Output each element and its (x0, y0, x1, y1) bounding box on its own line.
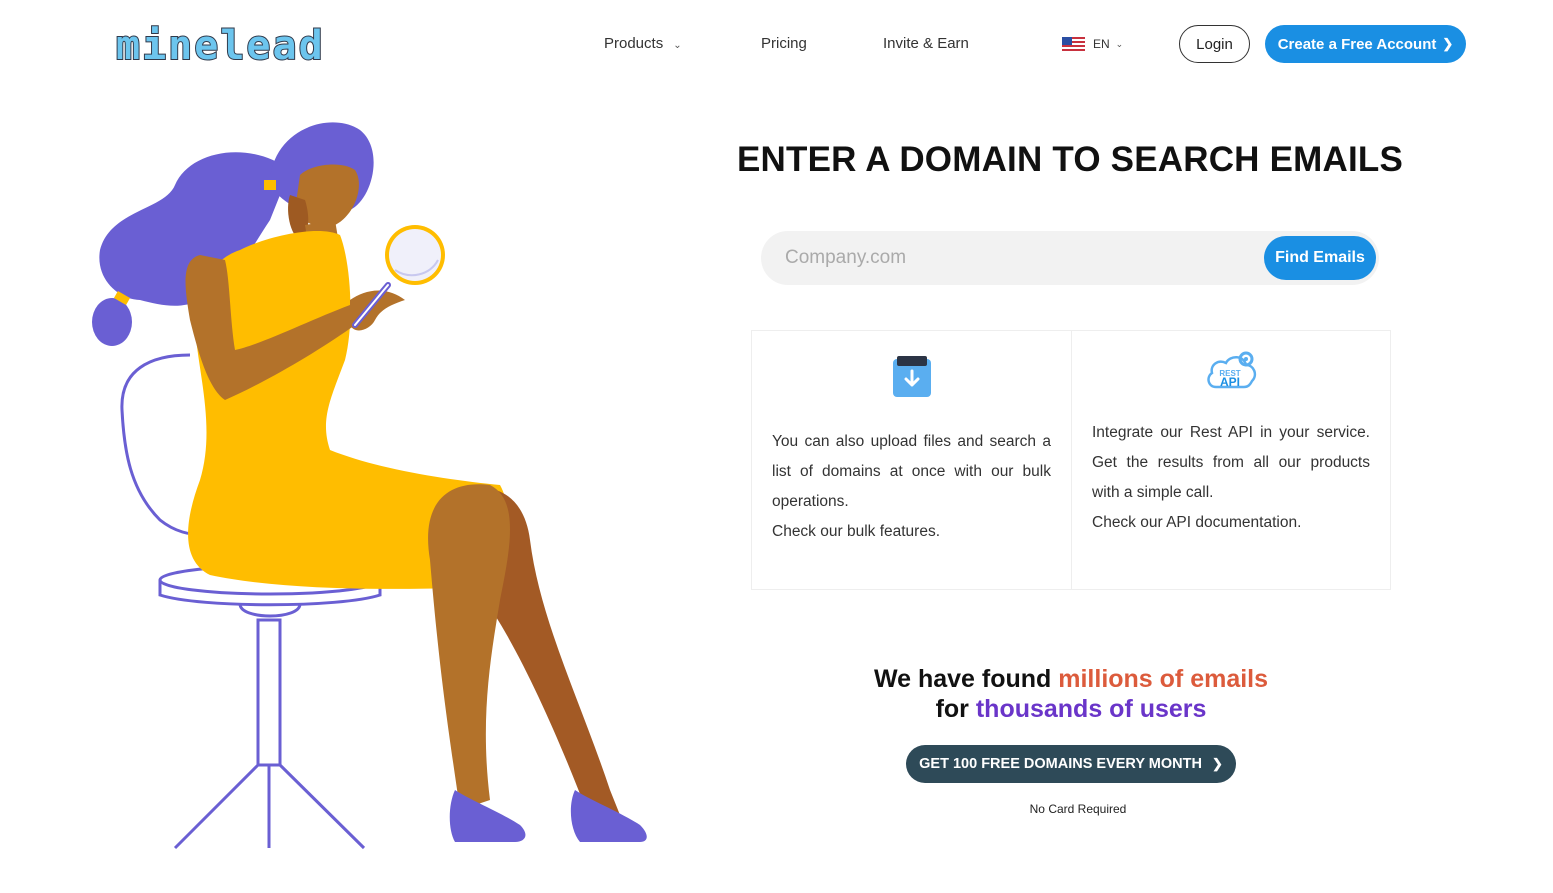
domain-search-bar: Find Emails (761, 231, 1379, 285)
api-documentation-link[interactable]: Check our API documentation. (1092, 508, 1370, 538)
create-free-account-button[interactable]: Create a Free Account ❯ (1265, 25, 1466, 63)
nav-products-label: Products (604, 35, 664, 52)
us-flag-icon (1062, 37, 1085, 51)
stats-line-2: for thousands of users (760, 694, 1382, 724)
create-account-label: Create a Free Account (1277, 35, 1437, 53)
stats-text-1: We have found (873, 665, 1059, 693)
chevron-right-icon: ❯ (1442, 36, 1454, 51)
api-feature-text: Integrate our Rest API in your service. … (1092, 418, 1370, 538)
site-header: minelead Products ⌄ Pricing Invite & Earn… (0, 0, 1553, 90)
chevron-down-icon: ⌄ (1115, 38, 1124, 49)
get-free-domains-button[interactable]: GET 100 FREE DOMAINS EVERY MONTH ❯ (906, 745, 1236, 783)
upload-box-icon (892, 356, 931, 397)
chevron-right-icon: ❯ (1211, 756, 1223, 771)
login-button[interactable]: Login (1179, 25, 1250, 63)
find-emails-button[interactable]: Find Emails (1264, 236, 1376, 280)
bulk-feature-text: You can also upload files and search a l… (772, 427, 1051, 547)
language-label: EN (1093, 37, 1110, 51)
bulk-feature-description: You can also upload files and search a l… (772, 433, 1051, 510)
stats-highlight-emails: millions of emails (1058, 665, 1269, 693)
feature-cards: You can also upload files and search a l… (751, 330, 1391, 590)
api-feature-description: Integrate our Rest API in your service. … (1092, 424, 1370, 501)
logo-text: minelead (115, 23, 325, 69)
bulk-features-link[interactable]: Check our bulk features. (772, 517, 1051, 547)
stats-text-2: for (935, 695, 976, 723)
chevron-down-icon: ⌄ (673, 40, 682, 51)
stats-headline: We have found millions of emails for tho… (760, 664, 1382, 724)
woman-with-magnifier-illustration (92, 122, 647, 850)
bulk-feature-card: You can also upload files and search a l… (752, 331, 1071, 589)
get-free-domains-label: GET 100 FREE DOMAINS EVERY MONTH (919, 756, 1202, 772)
page-title: ENTER A DOMAIN TO SEARCH EMAILS (736, 140, 1404, 179)
nav-products[interactable]: Products ⌄ (604, 34, 682, 56)
api-icon-text: API (1220, 375, 1240, 389)
minelead-logo[interactable]: minelead (115, 23, 330, 69)
nav-pricing[interactable]: Pricing (761, 34, 807, 54)
nav-invite-earn[interactable]: Invite & Earn (883, 34, 969, 54)
rest-api-cloud-icon: REST API (1207, 351, 1257, 389)
api-feature-card: REST API Integrate our Rest API in your … (1071, 331, 1390, 589)
no-card-required-note: No Card Required (1029, 802, 1127, 816)
stats-highlight-users: thousands of users (975, 695, 1207, 723)
stats-line-1: We have found millions of emails (760, 664, 1382, 694)
language-selector[interactable]: EN ⌄ (1062, 36, 1123, 52)
domain-search-input[interactable] (785, 231, 1255, 285)
